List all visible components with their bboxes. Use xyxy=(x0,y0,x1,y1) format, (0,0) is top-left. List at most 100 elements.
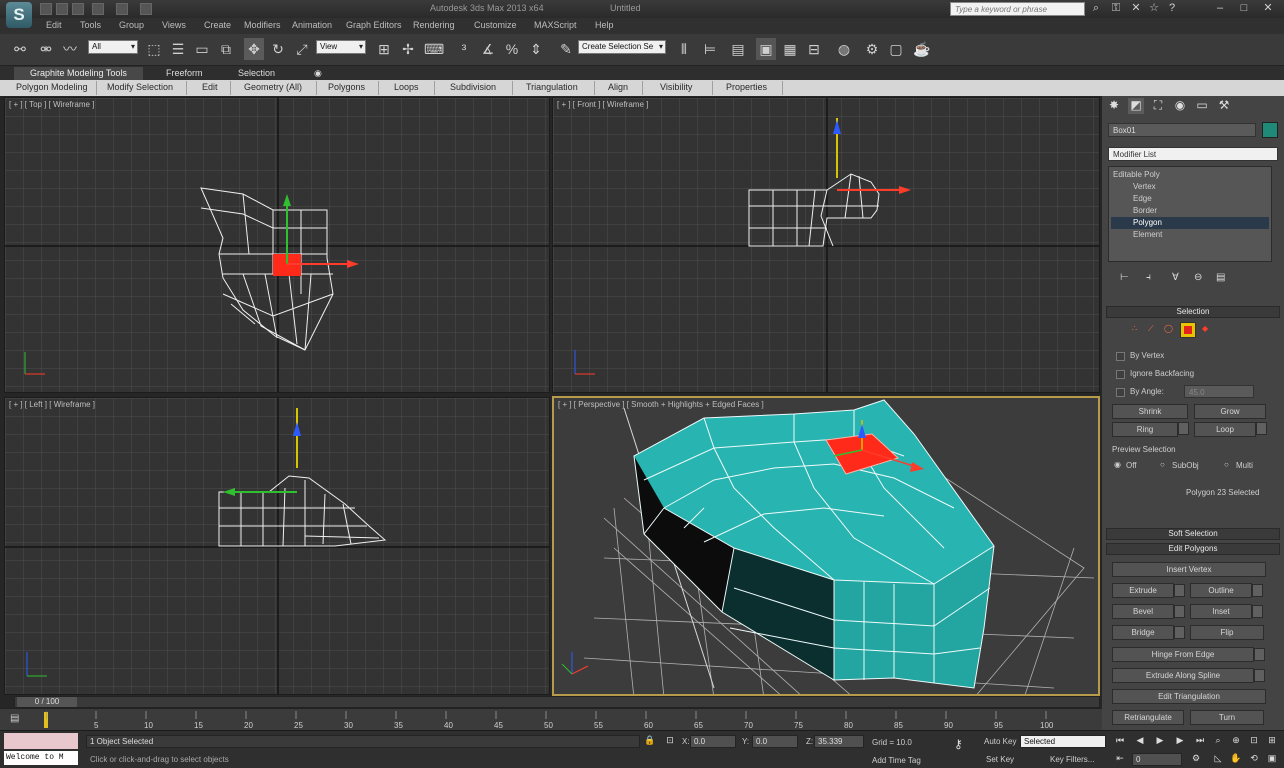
selection-rollout-header[interactable]: Selection xyxy=(1106,306,1280,318)
panel-triangulation[interactable]: Triangulation xyxy=(526,82,578,92)
extrude-spline-settings-icon[interactable] xyxy=(1254,669,1265,682)
remove-modifier-icon[interactable]: ⊖ xyxy=(1194,272,1202,283)
inset-settings-icon[interactable] xyxy=(1252,605,1263,618)
polygon-mode-icon[interactable] xyxy=(1180,322,1196,338)
stack-vertex[interactable]: Vertex xyxy=(1133,182,1156,191)
bridge-button[interactable]: Bridge xyxy=(1112,625,1174,640)
menu-animation[interactable]: Animation xyxy=(292,20,332,30)
select-and-link-icon[interactable]: ⚯ xyxy=(10,38,30,60)
ring-spinner[interactable] xyxy=(1178,422,1189,435)
render-setup-icon[interactable]: ⚙ xyxy=(862,38,882,60)
z-coordinate-field[interactable]: 35.339 xyxy=(814,735,864,748)
pan-icon[interactable]: ✋ xyxy=(1230,753,1242,765)
named-selection-dropdown[interactable]: Create Selection Se xyxy=(578,40,666,54)
bevel-button[interactable]: Bevel xyxy=(1112,604,1174,619)
x-coordinate-field[interactable]: 0.0 xyxy=(690,735,736,748)
selection-lock-icon[interactable]: 🔒 xyxy=(644,735,656,747)
absolute-mode-icon[interactable]: ⊡ xyxy=(664,735,676,747)
select-and-scale-icon[interactable]: ⤢ xyxy=(292,38,312,60)
panel-align[interactable]: Align xyxy=(608,82,628,92)
soft-selection-rollout[interactable]: Soft Selection xyxy=(1106,528,1280,540)
panel-subdivision[interactable]: Subdivision xyxy=(450,82,496,92)
set-key-icon[interactable]: ⚷ xyxy=(954,737,963,751)
goto-start-icon[interactable]: ⏮ xyxy=(1114,735,1126,747)
outline-settings-icon[interactable] xyxy=(1252,584,1263,597)
favorites-icon[interactable]: ☆ xyxy=(1148,2,1160,14)
stack-polygon[interactable]: Polygon xyxy=(1133,218,1162,227)
display-tab-icon[interactable]: ▭ xyxy=(1194,98,1210,114)
selection-filter-dropdown[interactable]: All xyxy=(88,40,138,54)
viewport-front-label[interactable]: [ + ] [ Front ] [ Wireframe ] xyxy=(557,100,648,109)
close-icon[interactable]: ✕ xyxy=(1262,2,1274,14)
maxscript-listener[interactable] xyxy=(4,733,78,749)
mini-curve-editor-icon[interactable]: ▤ xyxy=(10,713,19,724)
pin-stack-icon[interactable]: ⊢ xyxy=(1120,272,1129,283)
outline-button[interactable]: Outline xyxy=(1190,583,1252,598)
menu-tools[interactable]: Tools xyxy=(80,20,101,30)
select-and-move-icon[interactable]: ✥ xyxy=(244,38,264,60)
zoom-extents-icon[interactable]: ⊡ xyxy=(1248,735,1260,747)
insert-vertex-button[interactable]: Insert Vertex xyxy=(1112,562,1266,577)
menu-edit[interactable]: Edit xyxy=(46,20,62,30)
track-bar[interactable]: ▤ 5 10 15 20 25 30 35 40 45 50 55 60 65 … xyxy=(0,708,1102,730)
time-slider[interactable]: 0 / 100 xyxy=(14,696,1100,708)
undo-icon[interactable] xyxy=(92,3,104,15)
extrude-button[interactable]: Extrude xyxy=(1112,583,1174,598)
window-crossing-icon[interactable]: ⧉ xyxy=(216,38,236,60)
turn-button[interactable]: Turn xyxy=(1190,710,1264,725)
tab-selection[interactable]: Selection xyxy=(222,67,291,80)
edit-named-sel-icon[interactable]: ✎ xyxy=(556,38,576,60)
maxscript-mini-listener[interactable]: Welcome to M xyxy=(4,751,78,765)
curve-editor-icon[interactable]: ▦ xyxy=(780,38,800,60)
panel-visibility[interactable]: Visibility xyxy=(660,82,692,92)
element-mode-icon[interactable]: ◆ xyxy=(1202,324,1208,333)
preview-subobj-radio[interactable]: ○ xyxy=(1160,460,1165,469)
zoom-extents-all-icon[interactable]: ⊞ xyxy=(1266,735,1278,747)
time-slider-thumb[interactable]: 0 / 100 xyxy=(17,697,77,707)
open-file-icon[interactable] xyxy=(56,3,68,15)
project-folder-icon[interactable] xyxy=(140,3,152,15)
menu-maxscript[interactable]: MAXScript xyxy=(534,20,577,30)
edit-polygons-rollout[interactable]: Edit Polygons xyxy=(1106,543,1280,555)
angle-snap-icon[interactable]: ∡ xyxy=(478,38,498,60)
show-end-result-icon[interactable]: ⫞ xyxy=(1146,272,1151,283)
motion-tab-icon[interactable]: ◉ xyxy=(1172,98,1188,114)
viewport-front[interactable]: [ + ] [ Front ] [ Wireframe ] xyxy=(552,97,1100,393)
modifier-list-dropdown[interactable]: Modifier List xyxy=(1108,147,1278,161)
goto-end-icon[interactable]: ⏭ xyxy=(1194,735,1206,747)
select-by-name-icon[interactable]: ☰ xyxy=(168,38,188,60)
align-icon[interactable]: ⊨ xyxy=(700,38,720,60)
make-unique-icon[interactable]: ∀ xyxy=(1172,272,1179,283)
viewport-left-label[interactable]: [ + ] [ Left ] [ Wireframe ] xyxy=(9,400,95,409)
set-key-button[interactable]: Set Key xyxy=(986,755,1014,764)
border-mode-icon[interactable]: ◯ xyxy=(1164,324,1173,333)
viewport-top[interactable]: [ + ] [ Top ] [ Wireframe ] xyxy=(4,97,550,393)
graphite-toggle-icon[interactable]: ▣ xyxy=(756,38,776,60)
hierarchy-tab-icon[interactable]: ⛶ xyxy=(1150,98,1166,114)
preview-multi-radio[interactable]: ○ xyxy=(1224,460,1229,469)
search-icon[interactable]: ⌕ xyxy=(1090,2,1102,14)
current-frame-field[interactable]: 0 xyxy=(1132,753,1182,766)
edge-mode-icon[interactable]: ⟋ xyxy=(1148,324,1154,334)
key-filters-button[interactable]: Key Filters... xyxy=(1050,755,1094,764)
shrink-button[interactable]: Shrink xyxy=(1112,404,1188,419)
menu-views[interactable]: Views xyxy=(162,20,186,30)
menu-rendering[interactable]: Rendering xyxy=(413,20,455,30)
select-manipulate-icon[interactable]: ✢ xyxy=(398,38,418,60)
render-production-icon[interactable]: ☕ xyxy=(912,38,932,60)
save-file-icon[interactable] xyxy=(72,3,84,15)
ring-button[interactable]: Ring xyxy=(1112,422,1178,437)
y-coordinate-field[interactable]: 0.0 xyxy=(752,735,798,748)
material-editor-icon[interactable]: ◍ xyxy=(834,38,854,60)
loop-button[interactable]: Loop xyxy=(1194,422,1256,437)
inset-button[interactable]: Inset xyxy=(1190,604,1252,619)
keyboard-override-icon[interactable]: ⌨ xyxy=(424,38,444,60)
grow-button[interactable]: Grow xyxy=(1194,404,1266,419)
menu-create[interactable]: Create xyxy=(204,20,231,30)
panel-edit[interactable]: Edit xyxy=(202,82,218,92)
vertex-mode-icon[interactable]: ∴ xyxy=(1132,324,1137,333)
app-logo-icon[interactable]: S xyxy=(6,2,32,28)
menu-help[interactable]: Help xyxy=(595,20,614,30)
hinge-from-edge-button[interactable]: Hinge From Edge xyxy=(1112,647,1254,662)
edit-triangulation-button[interactable]: Edit Triangulation xyxy=(1112,689,1266,704)
